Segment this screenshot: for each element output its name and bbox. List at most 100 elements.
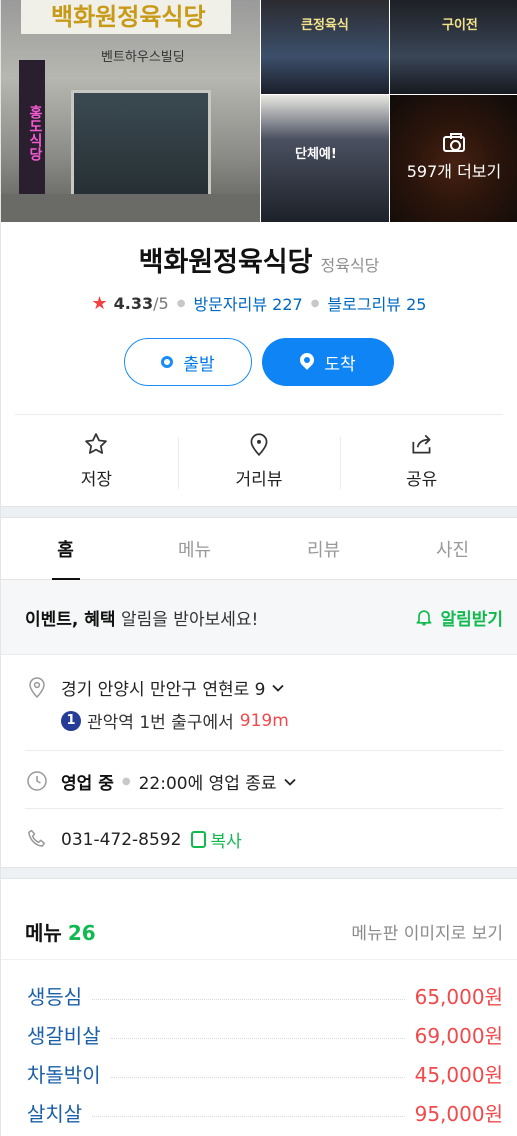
subscribe-alert-button[interactable]: 알림받기	[414, 605, 503, 630]
copy-label: 복사	[210, 832, 242, 852]
phone-icon	[28, 829, 46, 847]
arrive-button[interactable]: 도착	[262, 338, 394, 386]
share-icon	[412, 434, 431, 454]
more-photos-overlay[interactable]: 597개 더보기	[390, 95, 517, 222]
tab-home[interactable]: 홈	[1, 518, 130, 579]
share-label: 공유	[406, 470, 438, 490]
menu-title: 메뉴 26	[25, 917, 96, 946]
location-outline-icon	[29, 677, 45, 699]
subway-directions: 1 관악역 1번 출구에서 919m	[61, 708, 289, 733]
blog-reviews-link[interactable]: 블로그리뷰 25	[327, 291, 426, 315]
menu-item-name: 생등심	[27, 985, 83, 1009]
notification-banner: 이벤트, 혜택 알림을 받아보세요! 알림받기	[1, 580, 517, 655]
hours-toggle[interactable]: 영업 중 ● 22:00에 영업 종료	[61, 769, 297, 794]
clock-icon	[27, 771, 47, 791]
place-info: 경기 안양시 만안구 연현로 9 1 관악역 1번 출구에서 919m 영업 중…	[1, 655, 517, 867]
share-button[interactable]: 공유	[340, 431, 503, 490]
address-toggle[interactable]: 경기 안양시 만안구 연현로 9	[61, 675, 289, 700]
photo-grid: 큰정육식 구이전 단체예! 597개 더보기	[260, 0, 517, 222]
neon-sign: 단체예!	[295, 147, 337, 162]
menu-item-price: 45,000원	[414, 1063, 503, 1087]
subway-line-badge: 1	[61, 710, 81, 731]
menu-title-text: 메뉴	[25, 920, 62, 945]
streetview-label: 거리뷰	[235, 470, 283, 490]
bell-icon	[416, 610, 432, 626]
start-label: 출발	[183, 354, 215, 375]
photo-thumb-more[interactable]: 597개 더보기	[390, 95, 517, 222]
star-icon: ★	[91, 292, 108, 314]
banner-text: 이벤트, 혜택 알림을 받아보세요!	[25, 605, 258, 630]
arrive-label: 도착	[324, 354, 356, 375]
tab-reviews[interactable]: 리뷰	[259, 518, 388, 579]
divider-dot: ●	[176, 297, 186, 309]
place-category: 정육식당	[320, 256, 380, 275]
leader-dots	[92, 1116, 405, 1117]
menu-item[interactable]: 차돌박이 45,000원	[27, 1054, 503, 1093]
menu-item[interactable]: 살치살 95,000원	[27, 1093, 503, 1132]
storefront-door	[71, 90, 211, 200]
rating-stats: ★ 4.33/5 ● 방문자리뷰 227 ● 블로그리뷰 25	[1, 291, 517, 315]
streetview-button[interactable]: 거리뷰	[177, 431, 341, 490]
photo-thumb-1[interactable]: 큰정육식	[261, 0, 389, 94]
section-divider	[1, 506, 517, 518]
menu-item-name: 살치살	[27, 1102, 83, 1126]
phone-row: 031-472-8592 복사	[25, 809, 503, 867]
menu-count: 26	[67, 920, 96, 945]
leader-dots	[92, 999, 405, 1000]
tab-menu[interactable]: 메뉴	[130, 518, 259, 579]
save-button[interactable]: 저장	[15, 431, 178, 490]
divider-dot: ●	[121, 776, 131, 787]
copy-phone-button[interactable]: 복사	[191, 827, 242, 852]
hours-text: 22:00에 영업 종료	[138, 774, 277, 794]
menu-item-price: 69,000원	[414, 1024, 503, 1048]
star-outline-icon	[85, 433, 108, 454]
menu-item-name: 차돌박이	[27, 1063, 101, 1087]
menu-list: 생등심 65,000원 생갈비살 69,000원 차돌박이 45,000원 살치…	[1, 959, 517, 1132]
storefront-sign: 백화원정육식당	[21, 0, 231, 34]
route-buttons: 출발 도착	[1, 338, 517, 386]
action-bar: 저장 거리뷰 공유	[15, 414, 503, 506]
address-text: 경기 안양시 만안구 연현로 9	[61, 680, 266, 700]
banner-body-text: 알림을 받아보세요!	[115, 609, 259, 630]
subway-text: 관악역 1번 출구에서	[87, 713, 234, 733]
subscribe-label: 알림받기	[440, 609, 503, 630]
place-name: 백화원정육식당	[138, 247, 313, 278]
leader-dots	[110, 1077, 405, 1078]
save-label: 저장	[80, 470, 112, 490]
hours-status: 영업 중	[61, 774, 114, 794]
menu-board-link[interactable]: 메뉴판 이미지로 보기	[351, 919, 503, 944]
menu-item-price: 95,000원	[414, 1102, 503, 1126]
building-sign: 벤트하우스빌딩	[101, 50, 185, 65]
rating-value: 4.33	[113, 293, 154, 313]
photo-thumb-3[interactable]: 단체예!	[261, 95, 389, 222]
menu-item[interactable]: 생갈비살 69,000원	[27, 1015, 503, 1054]
menu-item[interactable]: 생등심 65,000원	[27, 976, 503, 1015]
photo-thumb-2[interactable]: 구이전	[390, 0, 517, 94]
chevron-down-icon	[272, 684, 285, 692]
origin-icon	[161, 356, 174, 368]
menu-item-name: 생갈비살	[27, 1024, 101, 1048]
neon-sign: 구이전	[442, 18, 478, 33]
phone-number[interactable]: 031-472-8592	[61, 830, 181, 850]
vertical-banner: 홍도식당	[19, 60, 45, 200]
place-detail-page: 백화원정육식당 벤트하우스빌딩 홍도식당 큰정육식 구이전 단체예! 597개 …	[0, 0, 517, 1136]
tab-bar: 홈 메뉴 리뷰 사진	[1, 518, 517, 580]
subway-distance: 919m	[239, 710, 289, 731]
section-divider	[1, 867, 517, 879]
tab-photos[interactable]: 사진	[388, 518, 517, 579]
start-button[interactable]: 출발	[124, 338, 252, 386]
chevron-down-icon	[283, 778, 296, 786]
location-pin-icon	[300, 353, 314, 371]
address-row: 경기 안양시 만안구 연현로 9 1 관악역 1번 출구에서 919m	[25, 655, 503, 751]
map-pin-outline-icon	[250, 433, 268, 457]
copy-icon	[191, 831, 207, 848]
more-photos-label: 597개 더보기	[406, 161, 502, 181]
menu-item-price: 65,000원	[414, 985, 503, 1009]
visitor-reviews-link[interactable]: 방문자리뷰 227	[193, 291, 302, 315]
photo-gallery[interactable]: 백화원정육식당 벤트하우스빌딩 홍도식당 큰정육식 구이전 단체예! 597개 …	[1, 0, 517, 222]
main-photo[interactable]: 백화원정육식당 벤트하우스빌딩 홍도식당	[1, 0, 260, 222]
rating-max: /5	[153, 293, 169, 313]
hours-row: 영업 중 ● 22:00에 영업 종료	[25, 751, 503, 809]
neon-sign: 큰정육식	[301, 18, 349, 33]
camera-icon	[443, 132, 465, 152]
